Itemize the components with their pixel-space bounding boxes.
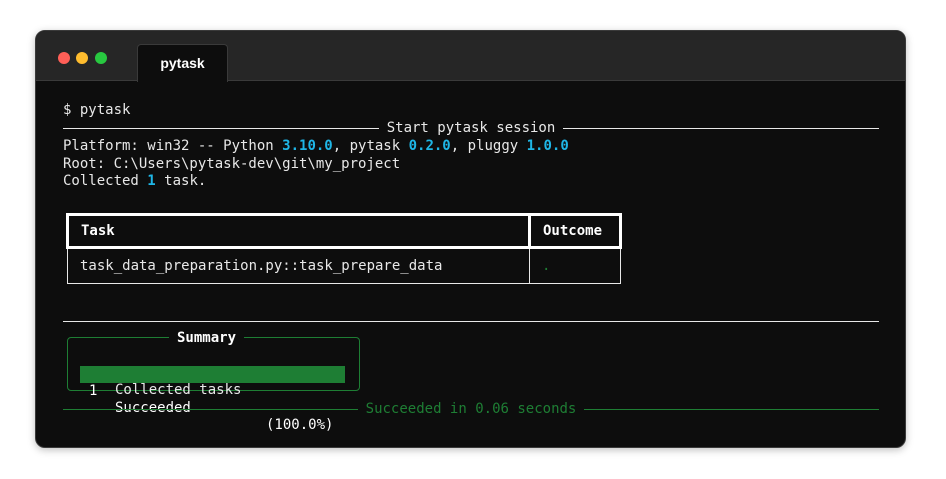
column-header-outcome: Outcome xyxy=(528,213,622,249)
platform-prefix: Platform: win32 -- Python xyxy=(63,138,283,154)
pluggy-version: 1.0.0 xyxy=(526,138,569,154)
summary-row-succeeded: 1 Succeeded (100.0%) xyxy=(80,366,345,433)
rule-line-right xyxy=(563,127,880,129)
summary-title: Summary xyxy=(169,330,245,346)
terminal-window: pytask $ pytask Start pytask session Pla… xyxy=(35,30,906,448)
summary-separator xyxy=(63,312,879,330)
platform-sep-1: , pytask xyxy=(332,138,409,154)
pytask-version: 0.2.0 xyxy=(408,138,451,154)
rule-line-left xyxy=(63,127,379,129)
tab-pytask[interactable]: pytask xyxy=(137,44,228,82)
close-window-icon[interactable] xyxy=(58,52,70,64)
column-header-task: Task xyxy=(66,213,531,249)
python-version: 3.10.0 xyxy=(282,138,333,154)
summary-percent: (100.0%) xyxy=(266,417,334,433)
outcome-cell: . xyxy=(529,247,621,284)
table-header-row: Task Outcome xyxy=(66,213,622,249)
footer-rule: Succeeded in 0.06 seconds xyxy=(63,400,879,418)
command-line: $ pytask xyxy=(63,102,131,118)
footer-rule-label: Succeeded in 0.06 seconds xyxy=(365,401,577,417)
summary-label: Collected tasks xyxy=(115,382,242,398)
root-line: Root: C:\Users\pytask-dev\git\my_project xyxy=(63,156,401,172)
results-table: Task Outcome task_data_preparation.py::t… xyxy=(66,213,622,284)
maximize-window-icon[interactable] xyxy=(95,52,107,64)
summary-row-collected: 1 Collected tasks xyxy=(80,348,345,398)
summary-count: 1 xyxy=(89,383,98,399)
session-rule-label: Start pytask session xyxy=(386,120,556,136)
task-cell: task_data_preparation.py::task_prepare_d… xyxy=(67,247,530,284)
collected-suffix: task. xyxy=(155,173,207,189)
separator-line xyxy=(63,320,879,322)
collected-line: Collected 1 task. xyxy=(63,172,206,190)
platform-line: Platform: win32 -- Python 3.10.0, pytask… xyxy=(63,137,569,155)
rule-line-left xyxy=(63,408,358,410)
table-row: task_data_preparation.py::task_prepare_d… xyxy=(67,247,621,284)
session-rule: Start pytask session xyxy=(63,119,880,137)
rule-line-right xyxy=(584,408,879,410)
platform-sep-2: , pluggy xyxy=(450,138,527,154)
minimize-window-icon[interactable] xyxy=(76,52,88,64)
collected-count: 1 xyxy=(147,173,156,189)
collected-prefix: Collected xyxy=(63,173,148,189)
title-bar: pytask xyxy=(36,31,905,82)
